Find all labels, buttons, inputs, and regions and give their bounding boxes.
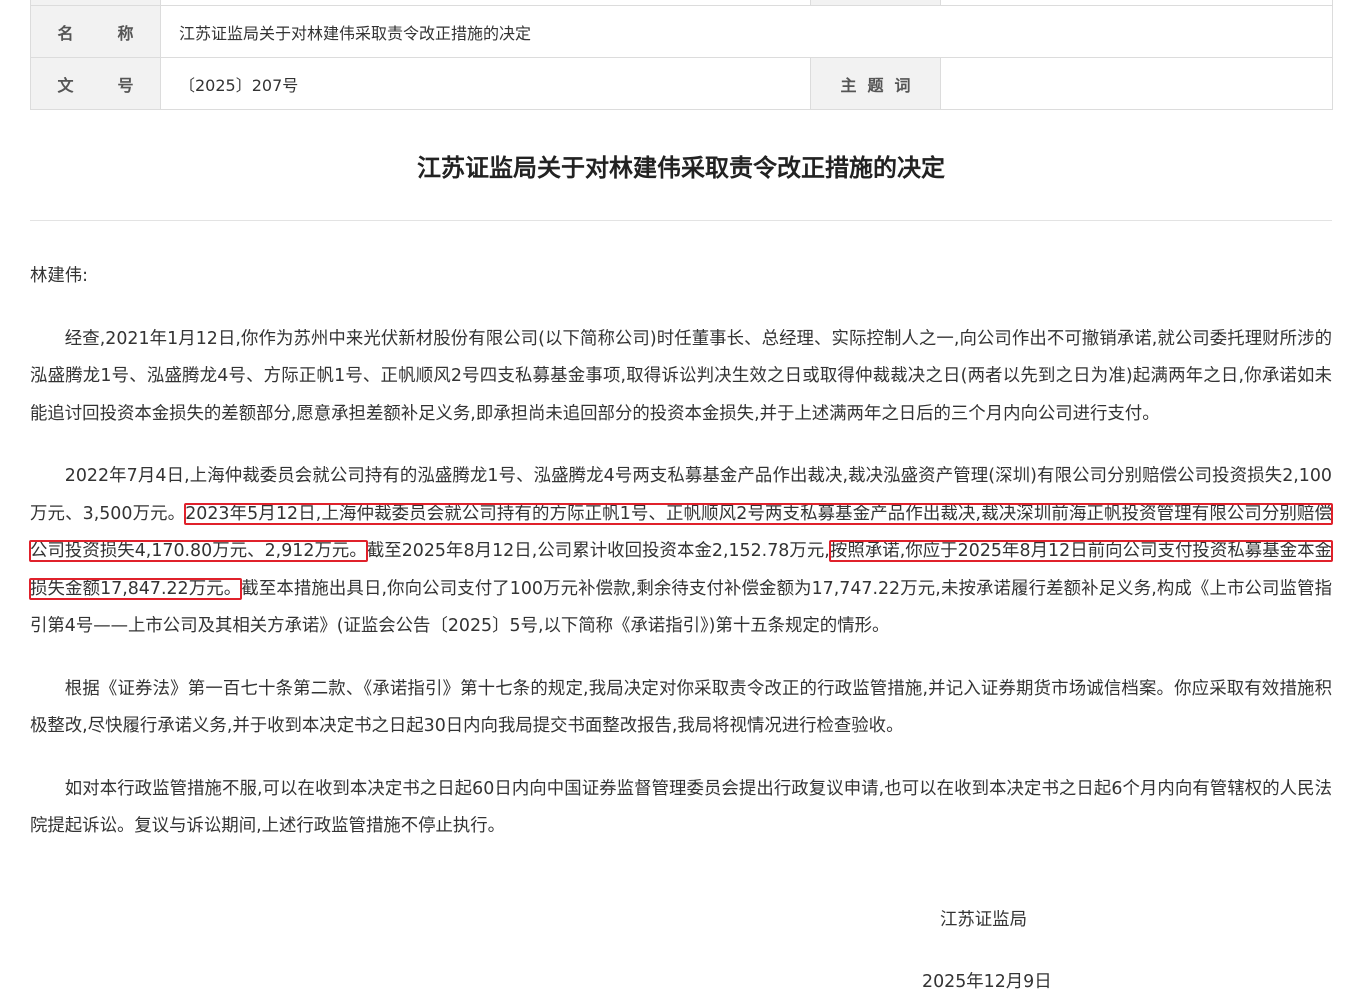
name-value: 江苏证监局关于对林建伟采取责令改正措施的决定 <box>160 5 1333 58</box>
paragraph-3: 根据《证券法》第一百七十条第二款、《承诺指引》第十七条的规定,我局决定对你采取责… <box>30 678 1332 737</box>
meta-row-name: 名 称 江苏证监局关于对林建伟采取责令改正措施的决定 <box>30 5 1333 58</box>
paragraph-2: 2022年7月4日,上海仲裁委员会就公司持有的泓盛腾龙1号、泓盛腾龙4号两支私募… <box>28 458 1334 646</box>
paragraph-1: 经查,2021年1月12日,你作为苏州中来光伏新材股份有限公司(以下简称公司)时… <box>30 328 1332 424</box>
paragraph-2-recovered: 截至2025年8月12日,公司累计收回投资本金2,152.78万元, <box>366 541 830 561</box>
issuing-authority: 江苏证监局 <box>940 910 1027 930</box>
paragraph-4: 如对本行政监管措施不服,可以在收到本决定书之日起60日内向中国证券监督管理委员会… <box>30 778 1332 837</box>
docno-label: 文 号 <box>30 57 161 110</box>
title-divider <box>30 220 1332 221</box>
document-body: 林建伟: 经查,2021年1月12日,你作为苏州中来光伏新材股份有限公司(以下简… <box>28 258 1334 871</box>
issue-date: 2025年12月9日 <box>922 972 1052 992</box>
subject-value <box>940 57 1333 110</box>
docno-value: 〔2025〕207号 <box>160 57 811 110</box>
salutation: 林建伟: <box>30 266 89 286</box>
subject-label: 主 题 词 <box>810 57 941 110</box>
document-meta-table: 名 称 江苏证监局关于对林建伟采取责令改正措施的决定 文 号 〔2025〕207… <box>30 0 1333 110</box>
meta-row-docno: 文 号 〔2025〕207号 主 题 词 <box>30 57 1333 110</box>
document-title: 江苏证监局关于对林建伟采取责令改正措施的决定 <box>417 154 945 182</box>
name-label: 名 称 <box>30 5 161 58</box>
